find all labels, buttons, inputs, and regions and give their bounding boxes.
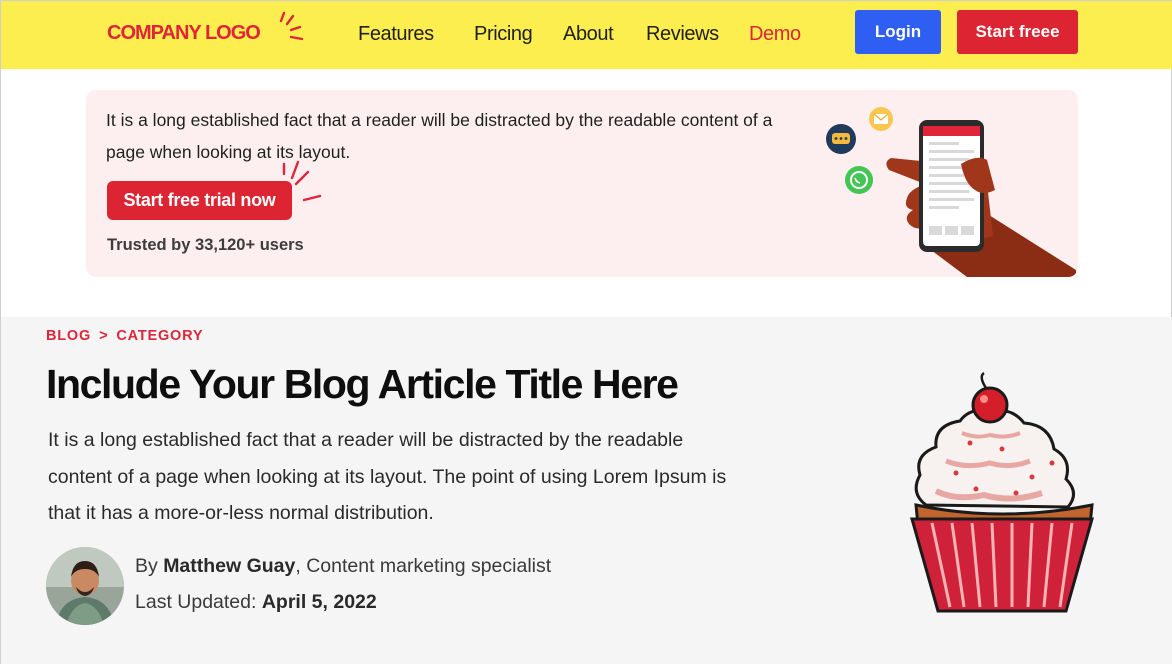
cta-burst-icon <box>282 160 322 202</box>
start-free-trial-button[interactable]: Start free trial now <box>107 181 292 220</box>
breadcrumb-category[interactable]: CATEGORY <box>116 328 203 344</box>
nav-about[interactable]: About <box>563 21 614 47</box>
start-free-button[interactable]: Start freee <box>957 10 1078 54</box>
author-avatar <box>46 547 124 625</box>
phone-in-hand-illustration <box>826 107 1076 277</box>
author-name[interactable]: Matthew Guay <box>163 555 295 577</box>
breadcrumb-blog[interactable]: BLOG <box>46 328 91 344</box>
login-button[interactable]: Login <box>855 10 941 54</box>
promo-text: It is a long established fact that a rea… <box>106 110 773 162</box>
nav-demo[interactable]: Demo <box>749 21 801 47</box>
chat-bubble-icon <box>826 124 856 154</box>
author-byline: By Matthew Guay, Content marketing speci… <box>135 555 551 578</box>
last-updated-label: Last Updated: <box>135 591 257 613</box>
logo-burst-icon <box>279 11 304 41</box>
author-role: , Content marketing specialist <box>295 555 552 577</box>
trusted-users-text: Trusted by 33,120+ users <box>107 236 304 254</box>
breadcrumb: BLOG > CATEGORY <box>46 328 203 344</box>
top-nav-bar: COMPANY LOGO Features Pricing About Revi… <box>1 1 1172 69</box>
mail-icon <box>869 107 893 131</box>
byline-prefix: By <box>135 555 158 577</box>
company-logo[interactable]: COMPANY LOGO <box>107 19 261 47</box>
article-title: Include Your Blog Article Title Here <box>46 361 679 407</box>
cupcake-illustration <box>910 371 1094 613</box>
whatsapp-icon <box>845 166 873 194</box>
article-hero: BLOG > CATEGORY Include Your Blog Article … <box>1 317 1172 664</box>
last-updated: Last Updated: April 5, 2022 <box>135 591 377 614</box>
nav-pricing[interactable]: Pricing <box>474 21 533 47</box>
promo-banner: It is a long established fact that a rea… <box>86 90 1078 277</box>
nav-features[interactable]: Features <box>358 21 434 47</box>
last-updated-date: April 5, 2022 <box>261 591 377 613</box>
breadcrumb-separator: > <box>99 328 109 344</box>
article-description: It is a long established fact that a rea… <box>48 429 727 524</box>
nav-reviews[interactable]: Reviews <box>646 21 719 47</box>
